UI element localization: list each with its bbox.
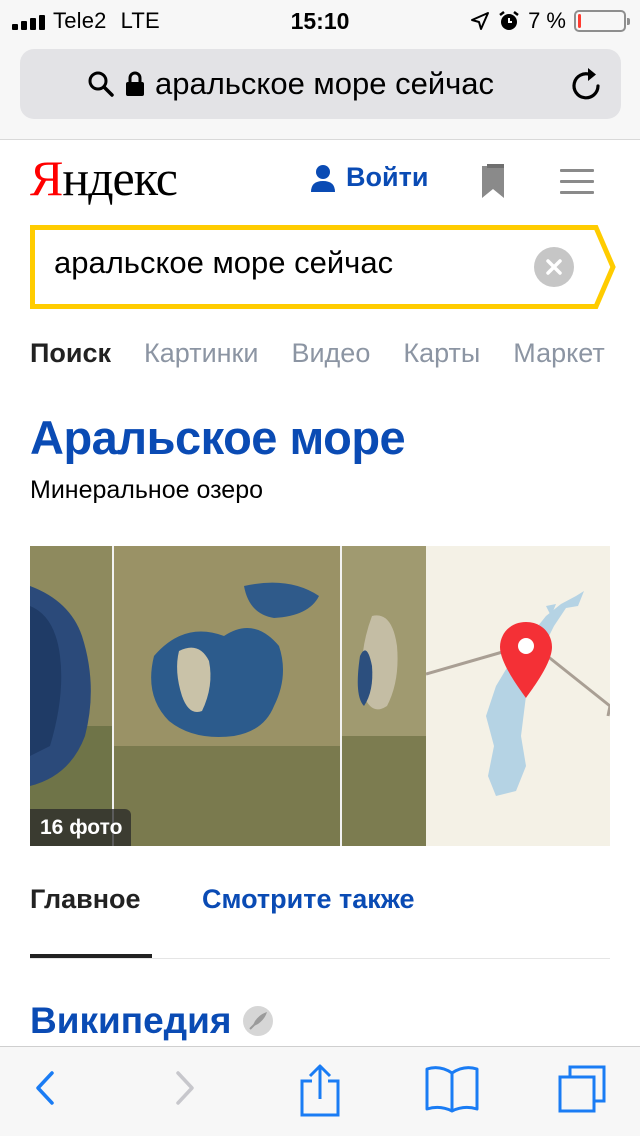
tab-video[interactable]: Видео bbox=[291, 338, 370, 369]
share-icon[interactable] bbox=[298, 1063, 342, 1117]
tabs-icon[interactable] bbox=[556, 1063, 608, 1115]
search-icon bbox=[88, 71, 114, 97]
battery-percent: 7 % bbox=[528, 8, 566, 33]
wikipedia-label: Википедия bbox=[30, 1000, 232, 1041]
browser-address-area: аральское море сейчас bbox=[0, 40, 640, 140]
clear-search-button[interactable] bbox=[534, 247, 574, 287]
login-button[interactable]: Войти bbox=[308, 162, 428, 193]
browser-toolbar bbox=[0, 1046, 640, 1136]
satellite-photo-1[interactable] bbox=[30, 546, 114, 846]
wikipedia-link[interactable]: Википедия bbox=[30, 1000, 275, 1042]
back-icon[interactable] bbox=[30, 1063, 60, 1113]
yandex-logo[interactable]: Яндекс bbox=[30, 150, 178, 206]
url-text[interactable]: аральское море сейчас bbox=[155, 66, 494, 102]
reload-icon[interactable] bbox=[571, 66, 605, 102]
map-thumbnail[interactable] bbox=[426, 546, 610, 846]
search-field[interactable]: аральское море сейчас bbox=[30, 225, 616, 309]
entity-subtitle: Минеральное озеро bbox=[30, 476, 263, 504]
photo-count-badge[interactable]: 16 фото bbox=[30, 809, 132, 846]
address-bar[interactable]: аральское море сейчас bbox=[20, 49, 621, 119]
user-icon bbox=[311, 164, 335, 192]
battery-icon bbox=[574, 10, 630, 32]
menu-icon[interactable] bbox=[560, 169, 594, 202]
satellite-photo-2[interactable] bbox=[114, 546, 342, 846]
subtab-see-also[interactable]: Смотрите также bbox=[202, 884, 415, 915]
search-input[interactable]: аральское море сейчас bbox=[54, 245, 393, 281]
entity-title[interactable]: Аральское море bbox=[30, 410, 406, 465]
location-arrow-icon bbox=[471, 12, 490, 30]
forward-icon[interactable] bbox=[170, 1063, 200, 1113]
login-label: Войти bbox=[346, 162, 429, 192]
alarm-icon bbox=[499, 11, 519, 30]
tab-images[interactable]: Картинки bbox=[144, 338, 258, 369]
entity-gallery[interactable]: 16 фото bbox=[30, 546, 610, 846]
tab-maps[interactable]: Карты bbox=[403, 338, 480, 369]
battery-level bbox=[578, 14, 581, 28]
subtab-main[interactable]: Главное bbox=[30, 884, 141, 915]
bookmarks-icon[interactable] bbox=[424, 1063, 480, 1115]
satellite-photo-3[interactable] bbox=[342, 546, 426, 846]
search-tabs: Поиск Картинки Видео Карты Маркет bbox=[30, 338, 638, 369]
tab-search[interactable]: Поиск bbox=[30, 338, 111, 369]
bookmark-icon[interactable] bbox=[478, 164, 508, 200]
close-icon bbox=[546, 259, 562, 275]
lock-icon bbox=[125, 71, 144, 96]
entity-subtabs: Главное Смотрите также bbox=[30, 884, 610, 959]
tab-market[interactable]: Маркет bbox=[513, 338, 604, 369]
active-subtab-indicator bbox=[30, 954, 152, 958]
status-bar: Tele2 LTE 15:10 7 % bbox=[0, 0, 640, 40]
turbo-rocket-icon bbox=[243, 1006, 274, 1036]
